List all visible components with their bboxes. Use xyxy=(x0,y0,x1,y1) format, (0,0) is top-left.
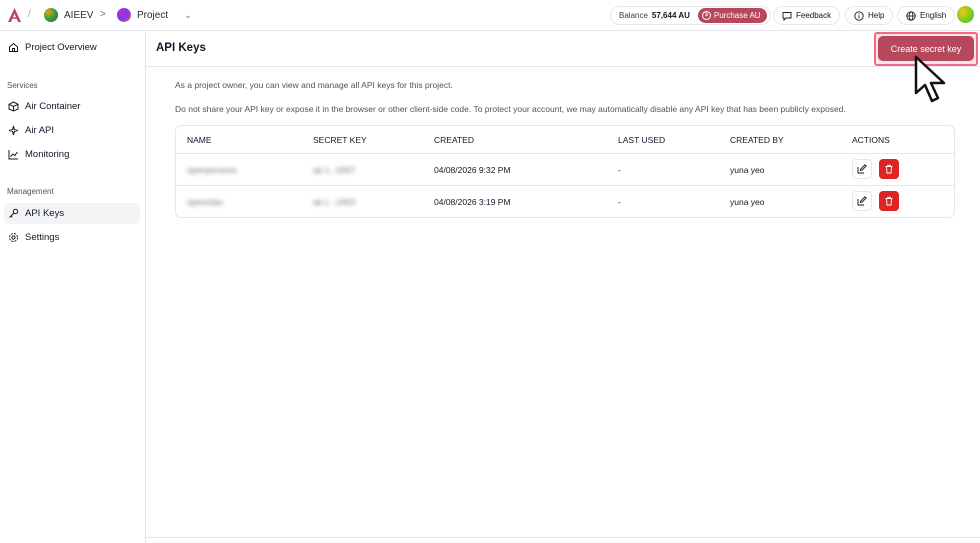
chevron-down-icon: ⌄ xyxy=(184,9,192,20)
created-date: 04/08/2026 9:32 PM xyxy=(434,165,511,175)
sidebar-item-label: Settings xyxy=(25,232,60,243)
feedback-button[interactable]: Feedback xyxy=(773,6,841,25)
breadcrumb-separator: / xyxy=(28,9,31,20)
last-used: - xyxy=(618,165,621,175)
help-label: Help xyxy=(868,11,885,20)
sidebar-item-air-api[interactable]: Air API xyxy=(4,120,140,141)
trash-icon xyxy=(885,196,893,206)
secret-key: ak-c...2463 xyxy=(313,197,356,207)
sidebar-item-monitoring[interactable]: Monitoring xyxy=(4,144,140,165)
message-icon xyxy=(782,11,792,21)
org-avatar xyxy=(44,8,58,22)
column-header-actions: ACTIONS xyxy=(852,135,890,145)
trash-icon xyxy=(885,164,893,174)
created-by: yuna yeo xyxy=(730,165,765,175)
balance-pill: Balance 57,644 AU $ Purchase AU xyxy=(610,6,771,25)
project-name: Project xyxy=(137,9,169,21)
purchase-au-button[interactable]: $ Purchase AU xyxy=(697,8,767,23)
gear-icon xyxy=(9,233,18,242)
box-icon xyxy=(8,101,19,112)
balance-label: Balance xyxy=(619,11,648,20)
warning-text: Do not share your API key or expose it i… xyxy=(175,104,846,114)
table-row: openpersona ak-1...6307 04/08/2026 9:32 … xyxy=(176,153,954,185)
org-name: AIEEV xyxy=(64,9,94,21)
key-icon xyxy=(9,208,19,218)
sidebar-item-label: Monitoring xyxy=(25,149,70,160)
column-header-name: NAME xyxy=(187,135,212,145)
secret-key: ak-1...6307 xyxy=(313,165,356,175)
column-header-secret-key: SECRET KEY xyxy=(313,135,367,145)
delete-key-button[interactable] xyxy=(879,191,899,211)
help-button[interactable]: Help xyxy=(845,6,894,25)
footer-divider xyxy=(146,537,980,538)
sparkle-icon xyxy=(8,125,19,136)
breadcrumb-org[interactable]: AIEEV xyxy=(44,8,93,22)
key-name: openpersona xyxy=(187,165,237,175)
table-row: openclaw ak-c...2463 04/08/2026 3:19 PM … xyxy=(176,185,954,217)
column-header-created: CREATED xyxy=(434,135,474,145)
edit-key-button[interactable] xyxy=(852,159,872,179)
sidebar-item-settings[interactable]: Settings xyxy=(4,227,140,248)
key-name: openclaw xyxy=(187,197,223,207)
feedback-label: Feedback xyxy=(796,11,832,20)
main-header: API Keys Create secret key xyxy=(146,31,980,67)
globe-icon xyxy=(906,10,916,21)
chevron-right-icon: > xyxy=(100,9,106,20)
purchase-au-label: Purchase AU xyxy=(713,11,761,20)
top-bar: / AIEEV > Project ⌄ Balance 57,644 AU $ … xyxy=(0,0,980,31)
created-by: yuna yeo xyxy=(730,197,765,207)
language-label: English xyxy=(920,11,947,20)
section-label-services: Services xyxy=(7,81,38,90)
sidebar-item-label: Project Overview xyxy=(25,42,97,53)
column-header-last-used: LAST USED xyxy=(618,135,666,145)
pointer-cursor-icon xyxy=(914,55,946,103)
section-label-management: Management xyxy=(7,187,54,196)
page-title: API Keys xyxy=(156,42,206,54)
project-avatar xyxy=(117,8,131,22)
sidebar-item-label: Air Container xyxy=(25,101,81,112)
last-used: - xyxy=(618,197,621,207)
breadcrumb-project[interactable]: Project ⌄ xyxy=(117,8,192,22)
sidebar-item-api-keys[interactable]: API Keys xyxy=(4,203,140,224)
sidebar-item-project-overview[interactable]: Project Overview xyxy=(4,37,140,58)
sidebar: Project Overview Services Air Container … xyxy=(0,31,146,543)
description-text: As a project owner, you can view and man… xyxy=(175,80,453,90)
edit-icon xyxy=(857,196,867,206)
api-keys-table: NAME SECRET KEY CREATED LAST USED CREATE… xyxy=(175,125,955,218)
sidebar-item-label: Air API xyxy=(25,125,55,136)
aieev-logo-icon[interactable] xyxy=(7,7,22,23)
sidebar-item-air-container[interactable]: Air Container xyxy=(4,96,140,117)
balance-value: 57,644 AU xyxy=(651,11,690,20)
edit-icon xyxy=(857,164,867,174)
delete-key-button[interactable] xyxy=(879,159,899,179)
coin-icon: $ xyxy=(701,11,711,20)
home-icon xyxy=(9,42,18,52)
user-avatar[interactable] xyxy=(957,6,974,23)
column-header-created-by: CREATED BY xyxy=(730,135,784,145)
info-icon xyxy=(854,10,864,21)
language-button[interactable]: English xyxy=(897,6,956,25)
edit-key-button[interactable] xyxy=(852,191,872,211)
chart-line-icon xyxy=(8,150,18,160)
sidebar-item-label: API Keys xyxy=(25,208,65,219)
created-date: 04/08/2026 3:19 PM xyxy=(434,197,511,207)
